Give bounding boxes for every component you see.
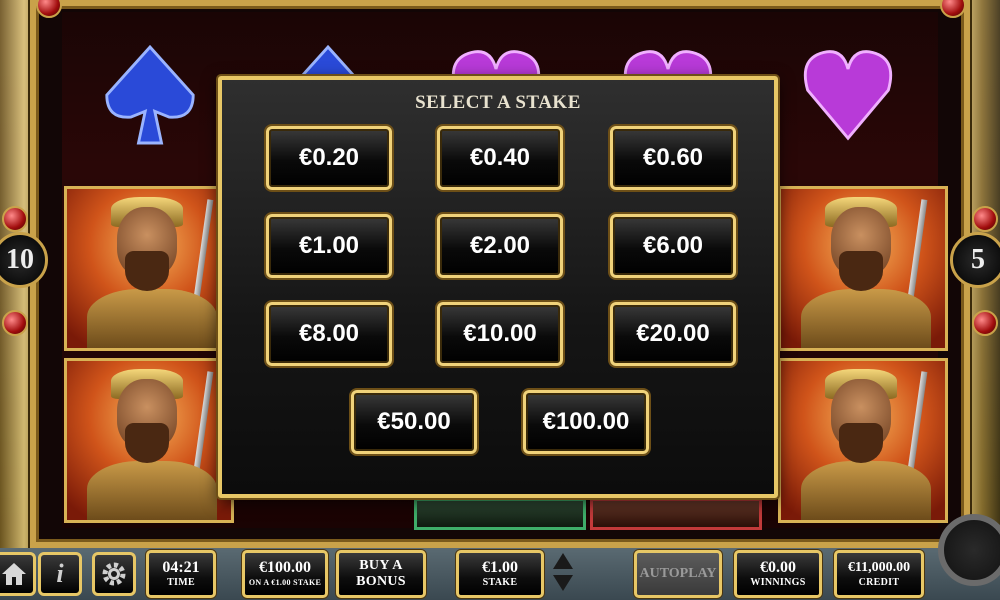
home-icon[interactable] — [0, 552, 36, 596]
stake-option-20-00[interactable]: €20.00 — [610, 302, 736, 366]
stake-down-icon[interactable] — [553, 575, 573, 591]
credit-value: €11,000.00 — [847, 560, 911, 575]
ruby-ornament-icon — [972, 310, 998, 336]
stake-label: STAKE — [482, 577, 518, 588]
stake-option-1-00[interactable]: €1.00 — [266, 214, 392, 278]
winnings-display: €0.00 WINNINGS — [734, 550, 822, 598]
warrior-symbol — [64, 358, 234, 523]
stake-display[interactable]: €1.00 STAKE — [456, 550, 544, 598]
buy-bonus-line1: BUY A — [359, 558, 403, 573]
red-framed-symbol — [590, 498, 762, 530]
blue-spade-gem-icon — [102, 40, 198, 150]
stake-option-0-60[interactable]: €0.60 — [610, 126, 736, 190]
bonus-price-caption: ON A €1.00 STAKE — [248, 578, 322, 587]
bonus-price-value: €100.00 — [259, 559, 311, 576]
stake-option-100-00[interactable]: €100.00 — [523, 390, 649, 454]
warrior-symbol — [778, 358, 948, 523]
time-label: TIME — [167, 577, 195, 588]
stake-option-0-40[interactable]: €0.40 — [437, 126, 563, 190]
spin-icon[interactable] — [938, 514, 1000, 586]
right-logo-badge: 5 — [950, 232, 1000, 288]
ruby-ornament-icon — [2, 310, 28, 336]
stake-option-2-00[interactable]: €2.00 — [437, 214, 563, 278]
modal-title: SELECT A STAKE — [415, 92, 581, 113]
warrior-symbol — [778, 186, 948, 351]
autoplay-label: AUTOPLAY — [639, 566, 717, 581]
winnings-label: WINNINGS — [750, 577, 806, 588]
buy-bonus-line2: BONUS — [356, 574, 406, 589]
gear-icon[interactable] — [92, 552, 136, 596]
ruby-ornament-icon — [972, 206, 998, 232]
bonus-price-display: €100.00 ON A €1.00 STAKE — [242, 550, 328, 598]
time-display: 04:21 TIME — [146, 550, 216, 598]
credit-display: €11,000.00 CREDIT — [834, 550, 924, 598]
warrior-symbol — [64, 186, 234, 351]
select-stake-modal: SELECT A STAKE €0.20 €0.40 €0.60 €1.00 €… — [218, 76, 778, 498]
purple-heart-gem-icon — [800, 40, 896, 150]
green-framed-symbol — [414, 498, 586, 530]
credit-label: CREDIT — [858, 577, 900, 588]
winnings-value: €0.00 — [760, 559, 796, 576]
stake-option-10-00[interactable]: €10.00 — [437, 302, 563, 366]
stake-value: €1.00 — [482, 559, 518, 576]
stake-option-6-00[interactable]: €6.00 — [610, 214, 736, 278]
stake-option-50-00[interactable]: €50.00 — [351, 390, 477, 454]
stake-option-0-20[interactable]: €0.20 — [266, 126, 392, 190]
stake-up-icon[interactable] — [553, 553, 573, 569]
time-value: 04:21 — [162, 559, 200, 576]
buy-bonus-button[interactable]: BUY A BONUS — [336, 550, 426, 598]
stake-option-8-00[interactable]: €8.00 — [266, 302, 392, 366]
autoplay-button[interactable]: AUTOPLAY — [634, 550, 722, 598]
ruby-ornament-icon — [2, 206, 28, 232]
info-icon[interactable]: i — [38, 552, 82, 596]
